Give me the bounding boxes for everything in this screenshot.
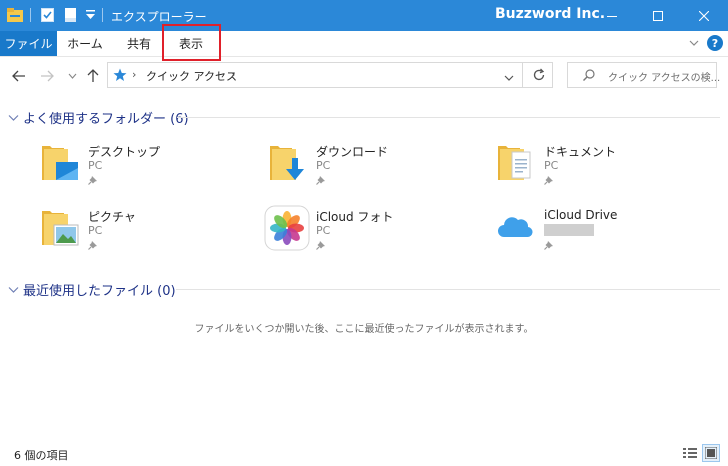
- tab-home[interactable]: ホーム: [61, 31, 109, 56]
- documents-folder-icon: [492, 140, 538, 186]
- chevron-right-icon[interactable]: ›: [132, 68, 136, 81]
- folder-item-icloud-photos[interactable]: iCloud フォト PC: [264, 205, 474, 257]
- details-view-button[interactable]: [682, 446, 698, 463]
- item-name: ドキュメント: [544, 145, 617, 159]
- divider: [30, 8, 31, 22]
- pin-icon: [544, 174, 554, 188]
- search-placeholder: クイック アクセスの検...: [608, 73, 721, 84]
- close-button[interactable]: [681, 0, 727, 31]
- item-location: PC: [544, 159, 559, 172]
- item-location: PC: [88, 159, 103, 172]
- item-name: iCloud フォト: [316, 210, 394, 224]
- back-button[interactable]: [10, 67, 28, 85]
- desktop-folder-icon: [36, 140, 82, 186]
- properties-icon[interactable]: [39, 6, 55, 24]
- minimize-icon: [607, 15, 617, 17]
- folder-item-pictures[interactable]: ピクチャ PC: [36, 205, 246, 257]
- empty-recent-message: ファイルをいくつか開いた後、ここに最近使ったファイルが表示されます。: [194, 324, 534, 335]
- search-box[interactable]: クイック アクセスの検...: [567, 62, 721, 88]
- section-title: 最近使用したファイル (0): [23, 284, 176, 299]
- section-divider: [177, 117, 720, 118]
- recent-locations-button[interactable]: [63, 67, 81, 85]
- icloud-photos-icon: [264, 205, 310, 251]
- chevron-down-icon: [504, 75, 514, 81]
- forward-button[interactable]: [38, 67, 56, 85]
- item-name: ダウンロード: [316, 145, 389, 159]
- chevron-right-icon[interactable]: ›: [231, 68, 235, 81]
- divider: [522, 63, 523, 87]
- chevron-down-icon: [68, 73, 76, 79]
- new-folder-icon[interactable]: [63, 6, 77, 24]
- section-divider: [176, 289, 720, 290]
- svg-text:?: ?: [712, 37, 718, 50]
- refresh-icon: [533, 68, 545, 81]
- pin-icon: [88, 174, 98, 188]
- item-count: 6 個の項目: [14, 449, 69, 462]
- title-bar: エクスプローラー Buzzword Inc.: [0, 0, 728, 31]
- folder-item-documents[interactable]: ドキュメント PC: [492, 140, 702, 192]
- item-name: デスクトップ: [88, 145, 161, 159]
- help-button[interactable]: ?: [707, 35, 723, 54]
- customize-toolbar-icon[interactable]: [84, 6, 96, 24]
- refresh-button[interactable]: [532, 68, 546, 85]
- expand-ribbon-button[interactable]: [688, 37, 700, 52]
- divider: [102, 8, 103, 22]
- back-arrow-icon: [12, 70, 25, 82]
- item-location: PC: [316, 159, 331, 172]
- large-icons-view-button[interactable]: [702, 444, 720, 462]
- chevron-down-icon: [8, 114, 19, 121]
- item-name: iCloud Drive: [544, 208, 618, 222]
- details-view-icon: [683, 448, 697, 458]
- minimize-button[interactable]: [589, 0, 635, 31]
- tab-file[interactable]: ファイル: [0, 31, 57, 56]
- search-icon: [582, 68, 596, 85]
- address-bar[interactable]: › クイック アクセス ›: [107, 62, 553, 88]
- folder-item-downloads[interactable]: ダウンロード PC: [264, 140, 474, 192]
- pin-icon: [316, 239, 326, 253]
- up-button[interactable]: [84, 67, 102, 85]
- up-arrow-icon: [87, 69, 99, 82]
- window-title: エクスプローラー: [111, 10, 207, 24]
- maximize-icon: [653, 10, 663, 21]
- folder-item-desktop[interactable]: デスクトップ PC: [36, 140, 246, 192]
- ribbon: ファイル ホーム 共有 表示 ?: [0, 31, 728, 57]
- quick-access-star-icon: [113, 68, 127, 85]
- section-title: よく使用するフォルダー (6): [23, 112, 189, 127]
- item-name: ピクチャ: [88, 210, 136, 224]
- maximize-button[interactable]: [635, 0, 681, 31]
- folder-item-icloud-drive[interactable]: iCloud Drive: [492, 205, 702, 257]
- address-history-button[interactable]: [504, 71, 514, 85]
- chevron-down-icon: [689, 40, 699, 46]
- chevron-down-icon: [8, 286, 19, 293]
- downloads-folder-icon: [264, 140, 310, 186]
- breadcrumb-quick-access[interactable]: クイック アクセス: [146, 68, 237, 84]
- pin-icon: [316, 174, 326, 188]
- forward-arrow-icon: [41, 70, 54, 82]
- pin-icon: [544, 239, 554, 253]
- explorer-app-icon[interactable]: [6, 6, 24, 24]
- tab-share[interactable]: 共有: [115, 31, 163, 56]
- item-location: PC: [88, 224, 103, 237]
- recent-files-header[interactable]: 最近使用したファイル (0): [8, 280, 176, 299]
- pin-icon: [88, 239, 98, 253]
- redacted-location: [544, 224, 594, 236]
- highlight-box: [162, 24, 221, 61]
- help-icon: ?: [707, 35, 723, 51]
- icloud-drive-icon: [492, 205, 538, 251]
- frequent-folders-header[interactable]: よく使用するフォルダー (6): [8, 108, 189, 127]
- item-location: PC: [316, 224, 331, 237]
- close-icon: [699, 10, 709, 21]
- large-icons-view-icon: [705, 447, 717, 459]
- pictures-folder-icon: [36, 205, 82, 251]
